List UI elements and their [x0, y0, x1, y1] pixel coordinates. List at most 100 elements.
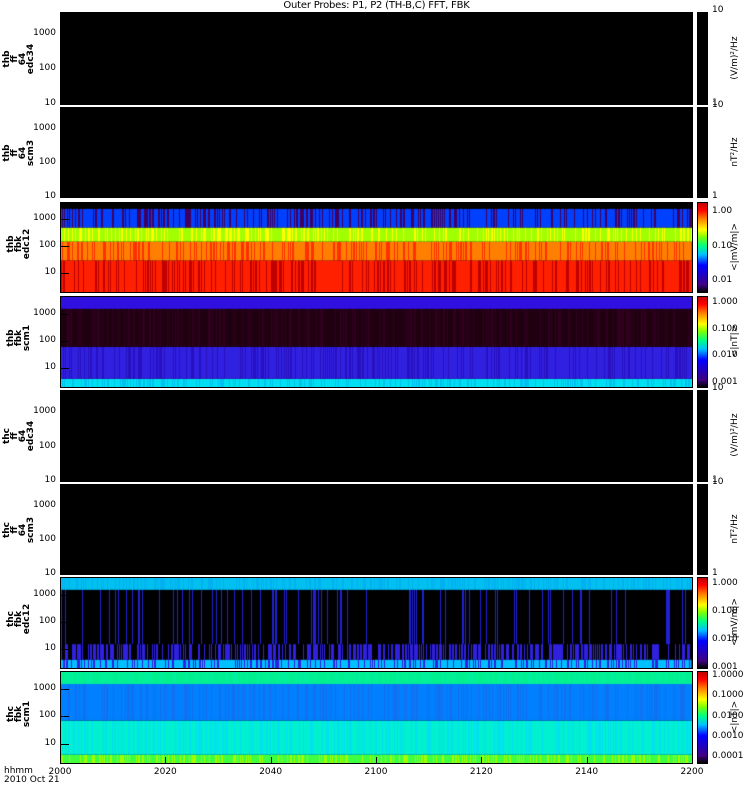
y-tick-label: 10: [44, 568, 56, 578]
y-tick-label: 10: [44, 643, 56, 653]
colorbar-tick-label: 1.0000: [712, 670, 744, 681]
colorbar-unit-label: (V/m)²/Hz: [730, 413, 740, 457]
y-tick-label: 1000: [33, 307, 56, 318]
colorbar: [697, 484, 708, 575]
y-tick-mark: [61, 505, 69, 507]
colorbar-tick-label: 10: [712, 5, 724, 15]
y-tick-mark: [61, 412, 69, 414]
y-tick-label: 10: [44, 98, 56, 108]
spectrogram-image: [61, 391, 692, 481]
panel-label: thc ff 64 edc34: [2, 420, 36, 452]
x-tick-label: 2040: [259, 767, 283, 777]
spectrogram-panel-thc-fbk-edc12: [60, 577, 693, 669]
colorbar-tick-label: 1.00: [712, 205, 733, 216]
y-tick-mark: [61, 368, 69, 369]
y-tick-mark: [61, 162, 69, 164]
x-tick-mark: [165, 757, 167, 763]
y-tick-label: 1000: [33, 213, 56, 224]
colorbar: [697, 671, 708, 764]
panel-label: thc fbk edc12: [6, 603, 32, 635]
y-tick-label: 10: [44, 267, 56, 278]
y-tick-mark: [61, 219, 69, 221]
colorbar-tick-label: 0.0001: [712, 750, 744, 761]
y-tick-label: 1000: [33, 682, 56, 693]
x-tick-label: 2100: [364, 767, 388, 777]
colorbar-tick-label: 10: [712, 477, 724, 487]
x-axis-caption: hhmm 2010 Oct 21: [4, 767, 60, 785]
spectrogram-panel-thb-ff-64-scm3: [60, 107, 693, 198]
y-tick-label: 10: [44, 475, 56, 485]
x-tick-label: 2120: [469, 767, 493, 777]
colorbar-tick-label: 1: [712, 568, 718, 578]
x-tick-mark: [60, 757, 61, 763]
colorbar: [697, 12, 708, 105]
panel-label: thb fbk edc12: [6, 228, 32, 259]
y-tick-label: 10: [44, 362, 56, 372]
colorbar-tick-label: 10: [712, 383, 724, 393]
spectrogram-image: [61, 13, 692, 104]
colorbar: [697, 577, 708, 669]
panel-label: thc ff 64 scm3: [2, 516, 36, 543]
spectrogram-image: [61, 297, 692, 387]
chart-title: Outer Probes: P1, P2 (TH-B,C) FFT, FBK: [283, 0, 470, 11]
y-tick-mark: [61, 649, 69, 650]
colorbar-unit-label: <|nT|>: [730, 324, 740, 358]
spectrogram-image: [61, 108, 692, 197]
x-tick-mark: [586, 757, 588, 763]
colorbar-tick-label: 1: [712, 191, 718, 201]
y-tick-mark: [61, 574, 69, 575]
colorbar: [697, 107, 708, 198]
y-tick-mark: [61, 688, 69, 690]
y-tick-mark: [61, 340, 69, 342]
spectrogram-image: [61, 578, 692, 668]
y-tick-label: 1000: [33, 499, 56, 510]
spectrogram-image: [61, 203, 692, 292]
colorbar-tick-label: 1.000: [712, 578, 738, 589]
y-tick-mark: [61, 246, 69, 248]
y-tick-mark: [61, 594, 69, 596]
spectrogram-panel-thc-fbk-scm1: [60, 671, 693, 764]
y-tick-label: 1000: [33, 28, 56, 39]
colorbar-unit-label: nT²/Hz: [730, 136, 740, 167]
x-tick-mark: [270, 757, 272, 763]
y-tick-mark: [61, 104, 69, 105]
colorbar-unit-label: nT²/Hz: [730, 513, 740, 544]
y-tick-mark: [61, 743, 69, 745]
y-tick-mark: [61, 313, 69, 315]
colorbar-tick-label: 1.000: [712, 297, 738, 307]
spectrogram-panel-thb-fbk-scm1: [60, 296, 693, 388]
y-tick-mark: [61, 273, 69, 275]
spectrogram-panel-thb-fbk-edc12: [60, 202, 693, 293]
x-tick-mark: [481, 757, 483, 763]
x-tick-label: 2020: [153, 767, 177, 777]
y-tick-mark: [61, 446, 69, 448]
y-tick-mark: [61, 481, 69, 482]
y-tick-mark: [61, 197, 69, 198]
colorbar-unit-label: <|nT|>: [730, 700, 740, 733]
colorbar-tick-label: 10: [712, 100, 724, 110]
x-axis-date: 2010 Oct 21: [4, 775, 60, 785]
spectrogram-image: [61, 672, 692, 763]
spectrogram-panel-thb-ff-64-edc34: [60, 12, 693, 105]
spectrogram-image: [61, 485, 692, 574]
y-tick-label: 1000: [33, 406, 56, 417]
y-tick-mark: [61, 128, 69, 130]
colorbar-unit-label: <|mV/m|>: [730, 222, 740, 271]
y-tick-mark: [61, 69, 69, 71]
y-tick-mark: [61, 539, 69, 541]
y-tick-label: 1000: [33, 588, 56, 599]
colorbar: [697, 296, 708, 388]
y-tick-label: 10: [44, 737, 56, 748]
x-tick-label: 2140: [575, 767, 599, 777]
y-tick-label: 1000: [33, 122, 56, 133]
y-tick-mark: [61, 716, 69, 718]
panel-label: thb ff 64 scm3: [2, 139, 36, 166]
x-tick-mark: [376, 757, 377, 763]
y-tick-label: 10: [44, 191, 56, 201]
colorbar-unit-label: <|mV/m|>: [730, 598, 740, 646]
spectrogram-panel-thc-ff-64-scm3: [60, 484, 693, 575]
x-tick-mark: [692, 757, 693, 763]
panel-label: thb fbk scm1: [6, 324, 32, 352]
colorbar-unit-label: (V/m)²/Hz: [730, 35, 740, 80]
colorbar: [697, 202, 708, 293]
